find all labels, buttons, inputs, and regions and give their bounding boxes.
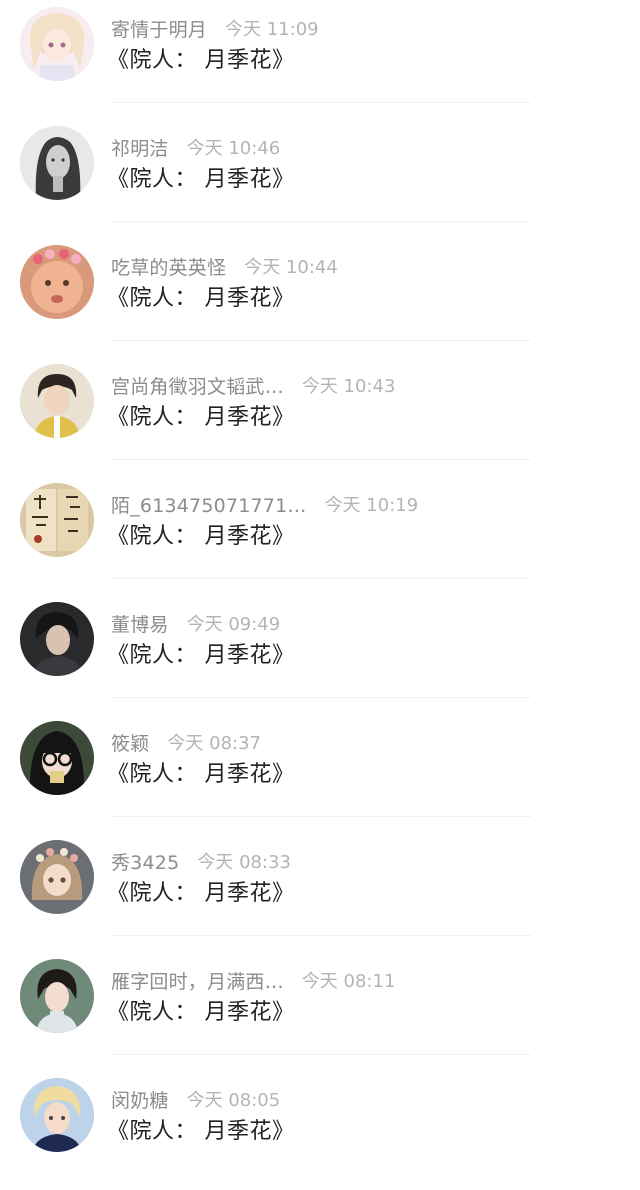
- comment-row[interactable]: 秀3425 今天 08:33 《院人： 月季花》: [0, 833, 640, 952]
- row-divider: [111, 816, 531, 817]
- timestamp: 今天 08:37: [167, 733, 262, 754]
- username[interactable]: 闵奶糖: [111, 1086, 169, 1113]
- row-divider: [111, 102, 531, 103]
- username[interactable]: 雁字回时，月满西…: [111, 967, 284, 994]
- comment-row[interactable]: 闵奶糖 今天 08:05 《院人： 月季花》: [0, 1071, 640, 1190]
- comment-text: 《院人： 月季花》: [107, 524, 295, 549]
- username[interactable]: 董博易: [111, 610, 169, 637]
- user-avatar[interactable]: [20, 483, 94, 557]
- comment-row[interactable]: 宫尚角徵羽文韬武… 今天 10:43 《院人： 月季花》: [0, 357, 640, 476]
- timestamp: 今天 08:11: [301, 971, 396, 992]
- user-avatar[interactable]: [20, 1078, 94, 1152]
- row-divider: [111, 221, 531, 222]
- user-avatar[interactable]: [20, 126, 94, 200]
- comment-text: 《院人： 月季花》: [107, 405, 295, 430]
- timestamp: 今天 10:46: [186, 138, 281, 159]
- username[interactable]: 祁明洁: [111, 134, 169, 161]
- username[interactable]: 筱颖: [111, 729, 149, 756]
- username[interactable]: 寄情于明月: [111, 15, 207, 42]
- comment-row[interactable]: 吃草的英英怪 今天 10:44 《院人： 月季花》: [0, 238, 640, 357]
- comment-row[interactable]: 寄情于明月 今天 11:09 《院人： 月季花》: [0, 0, 640, 119]
- comment-text: 《院人： 月季花》: [107, 48, 295, 73]
- username[interactable]: 秀3425: [111, 848, 179, 875]
- comment-row[interactable]: 董博易 今天 09:49 《院人： 月季花》: [0, 595, 640, 714]
- timestamp: 今天 09:49: [186, 614, 281, 635]
- comment-text: 《院人： 月季花》: [107, 1119, 295, 1144]
- row-divider: [111, 459, 531, 460]
- row-divider: [111, 935, 531, 936]
- username[interactable]: 吃草的英英怪: [111, 253, 226, 280]
- timestamp: 今天 08:05: [186, 1090, 281, 1111]
- comment-row[interactable]: 筱颖 今天 08:37 《院人： 月季花》: [0, 714, 640, 833]
- comment-text: 《院人： 月季花》: [107, 762, 295, 787]
- row-divider: [111, 340, 531, 341]
- comment-text: 《院人： 月季花》: [107, 1000, 295, 1025]
- user-avatar[interactable]: [20, 245, 94, 319]
- user-avatar[interactable]: [20, 7, 94, 81]
- timestamp: 今天 10:43: [301, 376, 396, 397]
- user-avatar[interactable]: [20, 721, 94, 795]
- username[interactable]: 陌_613475071771…: [111, 491, 307, 518]
- row-divider: [111, 697, 531, 698]
- timestamp: 今天 10:19: [324, 495, 419, 516]
- comment-text: 《院人： 月季花》: [107, 881, 295, 906]
- comment-text: 《院人： 月季花》: [107, 643, 295, 668]
- timestamp: 今天 11:09: [225, 19, 319, 40]
- comment-row[interactable]: 陌_613475071771… 今天 10:19 《院人： 月季花》: [0, 476, 640, 595]
- timestamp: 今天 10:44: [244, 257, 338, 278]
- comment-row[interactable]: 祁明洁 今天 10:46 《院人： 月季花》: [0, 119, 640, 238]
- user-avatar[interactable]: [20, 602, 94, 676]
- user-avatar[interactable]: [20, 959, 94, 1033]
- row-divider: [111, 578, 531, 579]
- timestamp: 今天 08:33: [197, 852, 291, 873]
- user-avatar[interactable]: [20, 364, 94, 438]
- username[interactable]: 宫尚角徵羽文韬武…: [111, 372, 284, 399]
- row-divider: [111, 1054, 531, 1055]
- user-avatar[interactable]: [20, 840, 94, 914]
- comment-text: 《院人： 月季花》: [107, 167, 295, 192]
- comment-row[interactable]: 雁字回时，月满西… 今天 08:11 《院人： 月季花》: [0, 952, 640, 1071]
- comment-list: 寄情于明月 今天 11:09 《院人： 月季花》 祁明洁 今天 10:46 《院…: [0, 0, 640, 1166]
- comment-text: 《院人： 月季花》: [107, 286, 295, 311]
